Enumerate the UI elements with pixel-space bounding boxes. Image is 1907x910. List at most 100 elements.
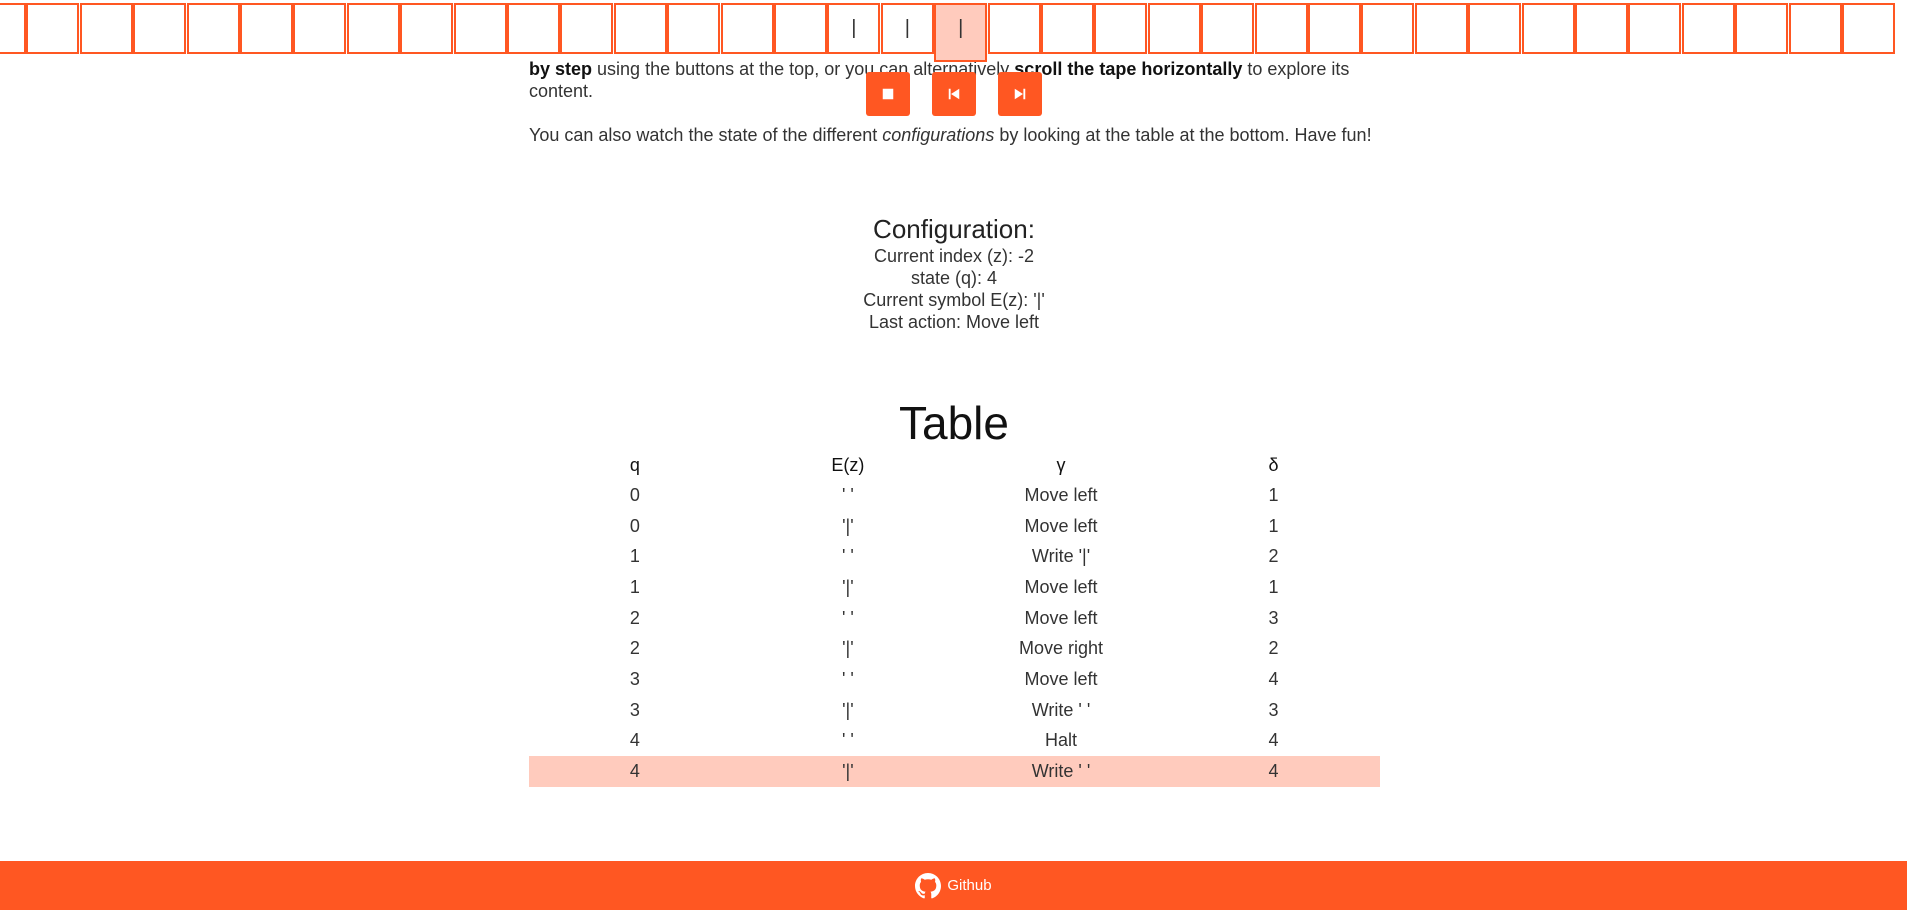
table-row: 0 '|' Move left 1 bbox=[529, 511, 1380, 542]
table-row: 3 ' ' Move left 4 bbox=[529, 664, 1380, 695]
table-row: 2 ' ' Move left 3 bbox=[529, 603, 1380, 634]
tape-cell bbox=[560, 3, 614, 54]
tape-cell bbox=[1521, 3, 1575, 54]
footer: Github bbox=[0, 861, 1907, 910]
tape-cell bbox=[26, 3, 80, 54]
cell-action: Write '|' bbox=[1031, 546, 1091, 567]
tape-cell bbox=[1628, 3, 1682, 54]
table-header-row: q E(z) γ δ bbox=[529, 450, 1380, 480]
tape-cell bbox=[774, 3, 827, 54]
cell-symbol: ' ' bbox=[841, 546, 854, 567]
cell-symbol: ' ' bbox=[841, 668, 854, 689]
cell-action: Move left bbox=[1024, 515, 1098, 536]
skip-next-icon bbox=[1014, 88, 1026, 100]
table-row: 4 ' ' Halt 4 bbox=[529, 726, 1380, 757]
cell-action: Move right bbox=[1019, 638, 1104, 659]
cell-state: 2 bbox=[629, 638, 640, 659]
tape-cell bbox=[0, 3, 26, 54]
header-action: γ bbox=[1056, 454, 1066, 475]
cell-symbol: ' ' bbox=[841, 607, 854, 628]
configuration-title: Configuration: bbox=[873, 214, 1035, 244]
tape-cell bbox=[1254, 3, 1308, 54]
cell-action: Halt bbox=[1045, 730, 1078, 751]
tape-cell bbox=[453, 3, 507, 54]
cell-next-state: 1 bbox=[1268, 515, 1279, 536]
tape-cell bbox=[1735, 3, 1789, 54]
tape-cell bbox=[346, 3, 400, 54]
tape-cell-current: | bbox=[934, 3, 988, 62]
tape-cell bbox=[987, 3, 1041, 54]
cell-symbol: '|' bbox=[740, 756, 955, 787]
cell-state: 1 bbox=[629, 546, 640, 567]
step-back-button[interactable] bbox=[932, 72, 976, 116]
cell-action: Move left bbox=[1024, 576, 1098, 597]
table-row: 4 '|' Write ' ' 4 bbox=[529, 756, 1380, 787]
cell-state: 0 bbox=[629, 515, 640, 536]
cell-state: 2 bbox=[629, 607, 640, 628]
tape-cell: | bbox=[827, 3, 881, 54]
cell-next-state: 4 bbox=[1268, 730, 1279, 751]
last-action: Last action: Move left bbox=[868, 312, 1040, 332]
step-forward-button[interactable] bbox=[998, 72, 1042, 116]
tape-cell bbox=[133, 3, 187, 54]
tape-cell bbox=[1361, 3, 1415, 54]
table-title: Table bbox=[899, 397, 1009, 449]
cell-state: 3 bbox=[629, 699, 640, 720]
tape-cell bbox=[1201, 3, 1255, 54]
tape-cell bbox=[1041, 3, 1094, 54]
tape-cell bbox=[507, 3, 560, 54]
configuration-panel: Configuration: Current index (z): -2 sta… bbox=[529, 213, 1379, 333]
tape-cell bbox=[293, 3, 347, 54]
tape-cell: | bbox=[880, 3, 934, 54]
cell-next-state: 4 bbox=[1167, 756, 1380, 787]
cell-symbol: ' ' bbox=[841, 484, 854, 505]
cell-next-state: 1 bbox=[1268, 576, 1279, 597]
cell-state: 3 bbox=[629, 668, 640, 689]
cell-next-state: 2 bbox=[1268, 546, 1279, 567]
intro-strong-text: by step bbox=[529, 59, 593, 79]
tape-cell bbox=[1842, 3, 1895, 54]
current-state: state (q): 4 bbox=[910, 268, 998, 288]
tape-cell bbox=[186, 3, 240, 54]
intro-text-a: You can also watch the state of the diff… bbox=[529, 125, 883, 145]
cell-next-state: 3 bbox=[1268, 699, 1279, 720]
header-q: q bbox=[629, 454, 640, 475]
cell-next-state: 3 bbox=[1268, 607, 1279, 628]
cell-state: 4 bbox=[529, 756, 741, 787]
table-row: 1 ' ' Write '|' 2 bbox=[529, 541, 1380, 572]
table-row: 2 '|' Move right 2 bbox=[529, 633, 1380, 664]
cell-state: 0 bbox=[629, 484, 640, 505]
tape-cell bbox=[1575, 3, 1628, 54]
tape-cell bbox=[400, 3, 454, 54]
tape-cell bbox=[1681, 3, 1735, 54]
tape-cell bbox=[240, 3, 293, 54]
github-link[interactable]: Github bbox=[915, 872, 992, 899]
github-icon bbox=[915, 872, 942, 898]
stop-icon bbox=[882, 88, 894, 100]
table-row: 0 ' ' Move left 1 bbox=[529, 480, 1380, 511]
current-symbol: Current symbol E(z): '|' bbox=[863, 290, 1045, 310]
tape-cell bbox=[1414, 3, 1468, 54]
cell-symbol: '|' bbox=[842, 699, 854, 720]
intro-strong-text: scroll the tape horizontally bbox=[1014, 59, 1243, 79]
tape-cell bbox=[613, 3, 667, 54]
cell-state: 1 bbox=[629, 576, 640, 597]
tape-cell bbox=[79, 3, 133, 54]
tape-cell bbox=[667, 3, 721, 54]
stop-button[interactable] bbox=[866, 72, 910, 116]
tape-cell bbox=[1308, 3, 1361, 54]
table-row: 3 '|' Write ' ' 3 bbox=[529, 695, 1380, 726]
intro-paragraph-2: You can also watch the state of the diff… bbox=[529, 124, 1379, 146]
tape[interactable]: | | | bbox=[0, 3, 1907, 62]
cell-action: Write ' ' bbox=[954, 756, 1168, 787]
intro-text-b: by looking at the table at the bottom. H… bbox=[994, 125, 1372, 145]
cell-action: Move left bbox=[1024, 668, 1098, 689]
tape-cell bbox=[720, 3, 774, 54]
cell-next-state: 2 bbox=[1268, 638, 1279, 659]
cell-next-state: 4 bbox=[1268, 668, 1279, 689]
tape-cell bbox=[1468, 3, 1522, 54]
cell-symbol: ' ' bbox=[841, 730, 854, 751]
cell-action: Move left bbox=[1024, 607, 1098, 628]
cell-symbol: '|' bbox=[842, 576, 854, 597]
cell-state: 4 bbox=[629, 730, 640, 751]
